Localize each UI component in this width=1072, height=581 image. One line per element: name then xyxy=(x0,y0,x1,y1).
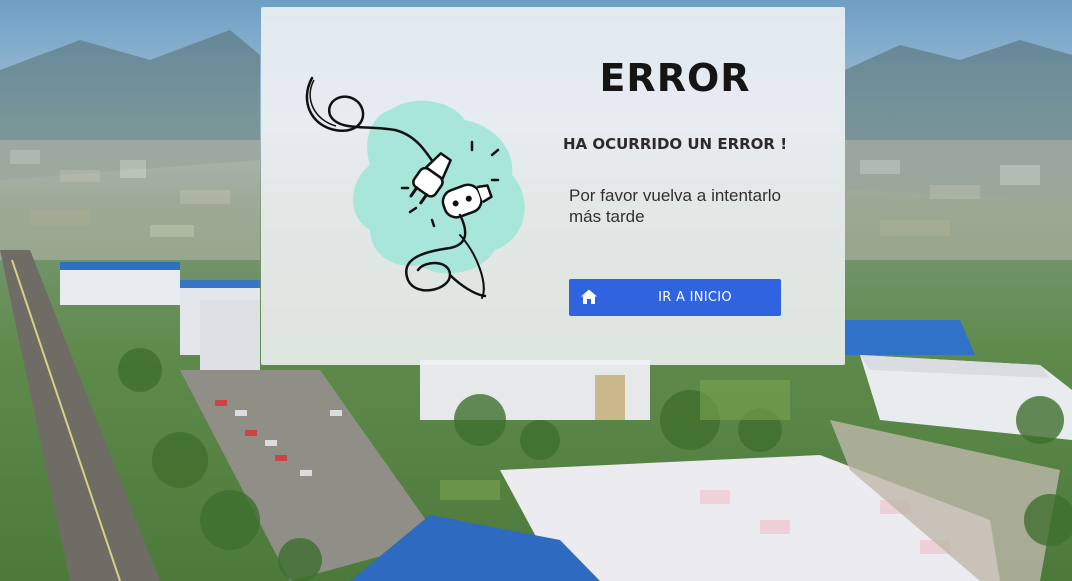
home-icon xyxy=(580,288,598,306)
unplugged-cable-icon xyxy=(300,70,535,305)
error-message: Por favor vuelva a intentarlo más tarde xyxy=(569,186,781,226)
go-home-button-label: IR A INICIO xyxy=(658,290,732,305)
error-subtitle: HA OCURRIDO UN ERROR ! xyxy=(562,135,788,153)
error-title: ERROR xyxy=(599,56,751,100)
go-home-button[interactable]: IR A INICIO xyxy=(569,279,781,316)
